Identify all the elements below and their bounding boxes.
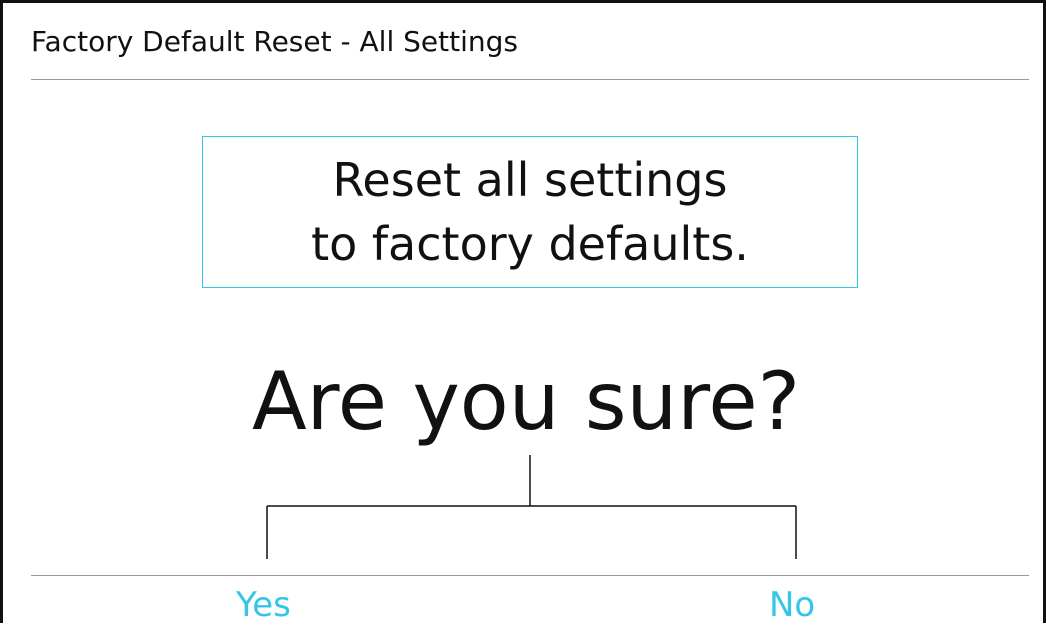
no-button[interactable]: No [769, 585, 815, 625]
reset-confirmation-screen: Factory Default Reset - All Settings Res… [0, 0, 1046, 625]
message-line-2: to factory defaults. [311, 217, 749, 271]
reset-message-box: Reset all settings to factory defaults. [202, 136, 858, 288]
page-title: Factory Default Reset - All Settings [31, 25, 518, 58]
choice-connector [266, 455, 797, 559]
yes-button[interactable]: Yes [236, 585, 291, 625]
header-divider [31, 79, 1029, 80]
footer-divider [31, 575, 1029, 576]
confirmation-question: Are you sure? [251, 355, 801, 448]
message-line-1: Reset all settings [332, 153, 728, 207]
